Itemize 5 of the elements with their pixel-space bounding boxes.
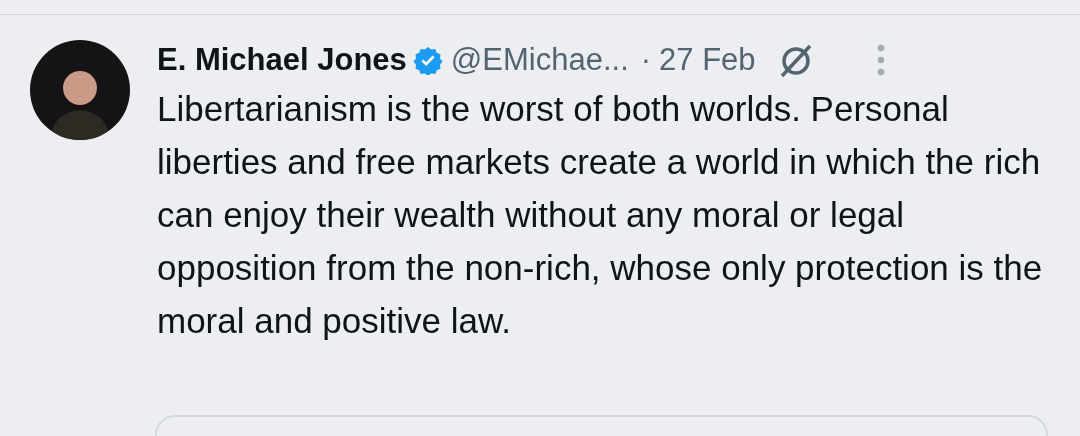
separator: · bbox=[640, 40, 652, 79]
tweet-time[interactable]: 27 Feb bbox=[659, 36, 756, 84]
tweet-text: Libertarianism is the worst of both worlds. Personal liberties and free markets create a world in which the rich can enjoy their wealth without any moral or legal opposition from the non-rich, whose only protection is the moral and positive law. bbox=[157, 88, 1044, 342]
author-name[interactable]: E. Michael Jones bbox=[157, 36, 407, 84]
author-handle[interactable]: @EMichae... bbox=[450, 36, 629, 84]
